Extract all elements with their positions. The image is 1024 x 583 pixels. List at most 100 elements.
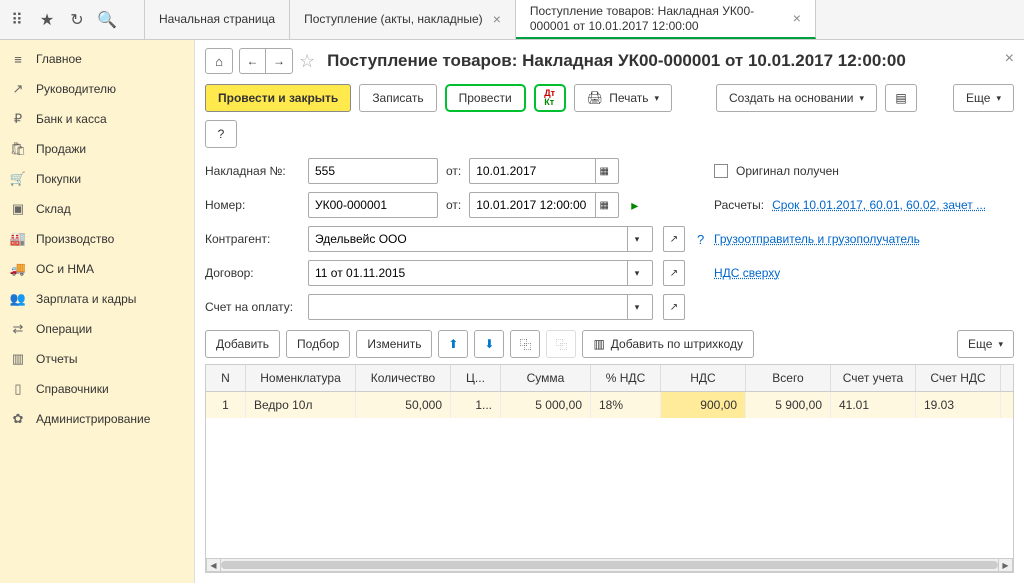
number-field[interactable] [308, 192, 438, 218]
favorite-icon[interactable]: ☆ [299, 51, 315, 72]
tab-document[interactable]: Поступление товаров: Накладная УК00-0000… [516, 0, 816, 39]
invoice-no-input[interactable] [315, 164, 431, 178]
table-row[interactable]: 1 Ведро 10л 50,000 1... 5 000,00 18% 900… [206, 392, 1013, 418]
cell-account[interactable]: 41.01 [831, 392, 916, 418]
original-checkbox[interactable] [714, 164, 728, 178]
dtkt-button[interactable]: ДтКт [534, 84, 566, 112]
payments-link[interactable]: Срок 10.01.2017, 60.01, 60.02, зачет ... [772, 198, 986, 212]
th-vat-percent[interactable]: % НДС [591, 365, 661, 391]
history-icon[interactable]: ↻ [68, 11, 86, 29]
barcode-button[interactable]: ▥Добавить по штрихкоду [582, 330, 754, 358]
invoice-date-input[interactable] [476, 164, 591, 178]
sidebar-item-admin[interactable]: ✿Администрирование [0, 404, 194, 434]
sidebar-item-sales[interactable]: 🛍Продажи [0, 134, 194, 164]
post-button[interactable]: Провести [445, 84, 526, 112]
row-more-button[interactable]: Еще▾ [957, 330, 1014, 358]
cell-sum[interactable]: 5 000,00 [501, 392, 591, 418]
star-icon[interactable]: ★ [38, 11, 56, 29]
back-button[interactable]: ← [240, 49, 266, 73]
cell-total[interactable]: 5 900,00 [746, 392, 831, 418]
attach-button[interactable]: ▤ [885, 84, 917, 112]
sidebar-item-production[interactable]: 🏭Производство [0, 224, 194, 254]
number-input[interactable] [315, 198, 431, 212]
add-row-button[interactable]: Добавить [205, 330, 280, 358]
datetime-input[interactable] [476, 198, 591, 212]
cell-vat-percent[interactable]: 18% [591, 392, 661, 418]
invoice-for-field[interactable]: ▾ [308, 294, 653, 320]
scroll-thumb[interactable] [221, 561, 998, 569]
create-based-button[interactable]: Создать на основании▾ [716, 84, 877, 112]
sidebar-item-reports[interactable]: ▥Отчеты [0, 344, 194, 374]
cell-vat-account[interactable]: 19.03 [916, 392, 1001, 418]
close-icon[interactable]: × [493, 11, 501, 28]
save-button[interactable]: Записать [359, 84, 436, 112]
sidebar-item-purchases[interactable]: 🛒Покупки [0, 164, 194, 194]
sidebar-item-stock[interactable]: ▣Склад [0, 194, 194, 224]
help-icon[interactable]: ? [697, 232, 704, 247]
cell-price[interactable]: 1... [451, 392, 501, 418]
th-sum[interactable]: Сумма [501, 365, 591, 391]
move-up-button[interactable]: ⬆ [438, 330, 468, 358]
open-contract-button[interactable]: ↗ [663, 260, 685, 286]
search-icon[interactable]: 🔍 [98, 11, 116, 29]
status-icon[interactable]: ▸ [631, 197, 638, 214]
edit-button[interactable]: Изменить [356, 330, 432, 358]
cell-vat[interactable]: 900,00 [661, 392, 746, 418]
sidebar-item-catalogs[interactable]: ▯Справочники [0, 374, 194, 404]
sidebar-item-assets[interactable]: 🚚ОС и НМА [0, 254, 194, 284]
sidebar-item-operations[interactable]: ⇄Операции [0, 314, 194, 344]
contract-input[interactable] [315, 266, 627, 280]
contract-field[interactable]: ▾ [308, 260, 653, 286]
sidebar-item-salary[interactable]: 👥Зарплата и кадры [0, 284, 194, 314]
cell-nomenclature[interactable]: Ведро 10л [246, 392, 356, 418]
open-invoice-for-button[interactable]: ↗ [663, 294, 685, 320]
sidebar-item-main[interactable]: ≡Главное [0, 44, 194, 74]
move-down-button[interactable]: ⬇ [474, 330, 504, 358]
datetime-field[interactable]: ▦ [469, 192, 619, 218]
post-close-button[interactable]: Провести и закрыть [205, 84, 351, 112]
chevron-down-icon[interactable]: ▾ [627, 227, 646, 251]
chevron-down-icon[interactable]: ▾ [627, 261, 646, 285]
tabs: Начальная страница Поступление (акты, на… [145, 0, 816, 39]
counterparty-field[interactable]: ▾ [308, 226, 653, 252]
tab-label: Начальная страница [159, 12, 275, 26]
cell-qty[interactable]: 50,000 [356, 392, 451, 418]
calendar-icon[interactable]: ▦ [595, 193, 612, 217]
copy-button[interactable]: ⿻ [510, 330, 540, 358]
forward-button[interactable]: → [266, 49, 292, 73]
tab-receipts[interactable]: Поступление (акты, накладные) × [290, 0, 516, 39]
cell-n[interactable]: 1 [206, 392, 246, 418]
scroll-right-icon[interactable]: ▶ [998, 559, 1012, 571]
th-price[interactable]: Ц... [451, 365, 501, 391]
help-button[interactable]: ? [205, 120, 237, 148]
paste-button[interactable]: ⿻ [546, 330, 576, 358]
th-nomenclature[interactable]: Номенклатура [246, 365, 356, 391]
counterparty-input[interactable] [315, 232, 627, 246]
chevron-down-icon[interactable]: ▾ [627, 295, 646, 319]
th-total[interactable]: Всего [746, 365, 831, 391]
print-button[interactable]: 🖨Печать▾ [574, 84, 672, 112]
invoice-for-input[interactable] [315, 300, 627, 314]
tab-home[interactable]: Начальная страница [145, 0, 290, 39]
close-icon[interactable]: × [1005, 50, 1014, 68]
sidebar-item-manager[interactable]: ↗Руководителю [0, 74, 194, 104]
vat-link[interactable]: НДС сверху [714, 266, 780, 280]
th-vat[interactable]: НДС [661, 365, 746, 391]
calendar-icon[interactable]: ▦ [595, 159, 612, 183]
home-button[interactable]: ⌂ [205, 48, 233, 74]
close-icon[interactable]: × [793, 10, 801, 27]
pick-button[interactable]: Подбор [286, 330, 350, 358]
open-counterparty-button[interactable]: ↗ [663, 226, 685, 252]
th-vat-account[interactable]: Счет НДС [916, 365, 1001, 391]
more-button[interactable]: Еще▾ [953, 84, 1014, 112]
scroll-left-icon[interactable]: ◀ [207, 559, 221, 571]
invoice-no-field[interactable] [308, 158, 438, 184]
sidebar-item-bank[interactable]: ₽Банк и касса [0, 104, 194, 134]
th-n[interactable]: N [206, 365, 246, 391]
th-account[interactable]: Счет учета [831, 365, 916, 391]
th-qty[interactable]: Количество [356, 365, 451, 391]
horizontal-scrollbar[interactable]: ◀ ▶ [206, 558, 1013, 572]
invoice-date-field[interactable]: ▦ [469, 158, 619, 184]
shipper-link[interactable]: Грузоотправитель и грузополучатель [714, 232, 920, 246]
apps-icon[interactable]: ⠿ [8, 11, 26, 29]
